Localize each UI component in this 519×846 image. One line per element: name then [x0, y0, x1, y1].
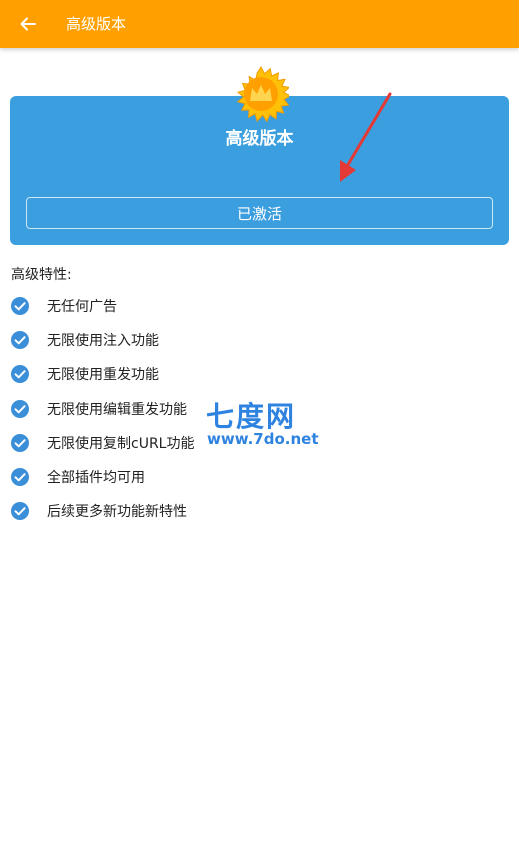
app-bar: 高级版本	[0, 0, 519, 48]
watermark-name: 七度网	[206, 400, 297, 433]
feature-label: 无任何广告	[47, 299, 117, 315]
card-title: 高级版本	[225, 129, 294, 149]
feature-label: 无限使用复制cURL功能	[47, 435, 195, 452]
activated-status-button[interactable]: 已激活	[26, 197, 493, 229]
crown-badge-icon	[236, 66, 289, 122]
feature-label: 无限使用注入功能	[47, 333, 159, 350]
arrow-left-icon	[20, 17, 36, 31]
feature-label: 无限使用编辑重发功能	[47, 401, 187, 418]
feature-label: 无限使用重发功能	[47, 367, 159, 384]
watermark-url: www.7do.net	[207, 430, 319, 448]
check-circle-icon	[11, 331, 29, 350]
check-circle-icon	[11, 297, 29, 315]
feature-item: 无限使用重发功能	[10, 357, 159, 391]
feature-item: 无限使用编辑重发功能	[10, 392, 187, 426]
feature-item: 无限使用复制cURL功能	[10, 426, 194, 460]
red-arrow-annotation	[340, 92, 392, 182]
feature-item: 无限使用注入功能	[10, 323, 159, 357]
features-title: 高级特性:	[11, 267, 72, 283]
page-title: 高级版本	[66, 15, 127, 33]
check-circle-icon	[11, 365, 29, 384]
feature-item: 全部插件均可用	[10, 460, 145, 494]
feature-label: 后续更多新功能新特性	[47, 504, 187, 521]
feature-item: 后续更多新功能新特性	[10, 494, 187, 528]
check-circle-icon	[11, 433, 29, 452]
feature-label: 全部插件均可用	[47, 470, 145, 486]
check-circle-icon	[11, 502, 29, 521]
back-button[interactable]	[8, 4, 48, 44]
check-circle-icon	[11, 468, 29, 486]
check-circle-icon	[11, 399, 29, 418]
feature-item: 无任何广告	[10, 289, 117, 323]
